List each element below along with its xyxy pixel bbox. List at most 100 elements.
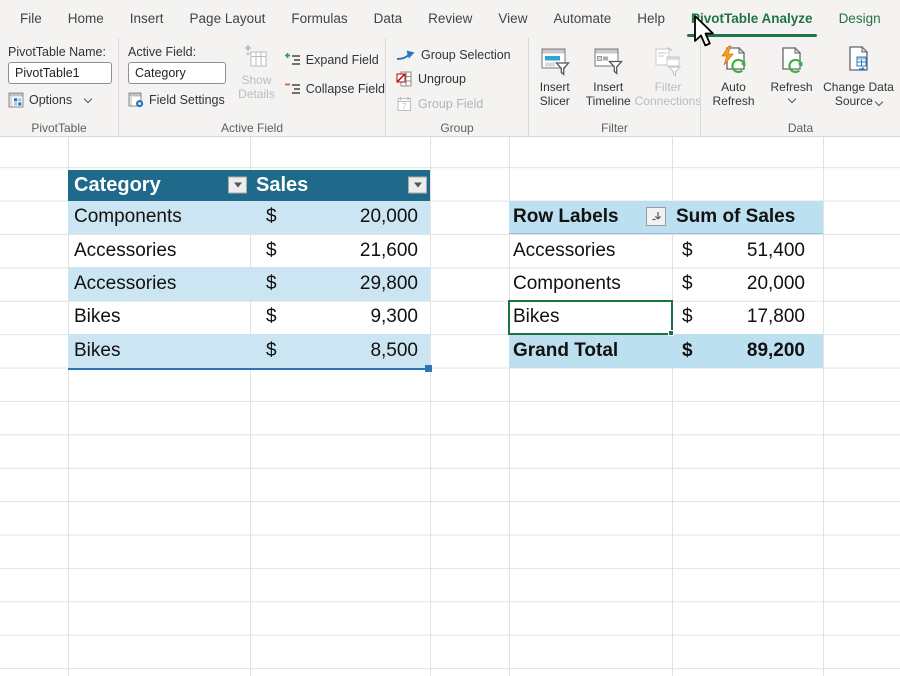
insert-slicer-icon [541,48,570,76]
pivot-dropdown-icon[interactable] [646,207,666,227]
pivot-label-cell-selected[interactable]: Components [509,267,672,300]
chevron-down-icon [787,94,796,103]
worksheet-grid[interactable]: Category Sales Components $20,000 Access… [0,137,900,676]
category-cell[interactable]: Bikes [68,334,250,367]
table-row: Components $20,000 [68,200,430,234]
change-data-source-line2-text: Source [834,93,873,108]
group-field-icon: 7 [397,97,411,111]
field-settings-button[interactable]: Field Settings [128,92,235,108]
svg-text:7: 7 [402,102,407,111]
tab-design[interactable]: Design [826,0,894,38]
tab-data[interactable]: Data [361,0,416,38]
group-field-button: 7 Group Field [396,96,528,112]
group-caption-filter: Filter [601,121,628,135]
show-details-line2: Details [238,86,275,101]
ribbon-group-group: Group Selection Ungroup 7 Group Field Gr… [385,38,528,137]
pivot-label-cell[interactable]: Bikes [509,301,672,334]
change-data-source-icon [848,45,868,72]
tab-page-layout[interactable]: Page Layout [177,0,279,38]
ungroup-button[interactable]: Ungroup [396,71,528,87]
sales-cell[interactable]: $9,300 [250,301,430,334]
group-selection-icon [396,50,415,60]
group-selection-button[interactable]: Group Selection [396,48,528,62]
currency-symbol: $ [682,306,693,328]
filter-connections-line1: Filter [654,80,682,94]
table-row: Bikes $9,300 [68,301,430,334]
pivot-header-row-labels[interactable]: Row Labels [509,201,672,233]
filter-dropdown-icon[interactable] [228,176,247,194]
tab-pivottable-analyze[interactable]: PivotTable Analyze [678,0,826,38]
tab-insert[interactable]: Insert [117,0,177,38]
tab-formulas[interactable]: Formulas [278,0,360,38]
collapse-field-button[interactable]: Collapse Field [284,81,385,97]
pivot-dropdown-arrow [652,212,661,221]
amount-value: 9,300 [370,306,418,328]
pivot-table: Row Labels Sum of Sales Accessories $51,… [508,200,823,368]
amount-value: 20,000 [746,273,805,295]
category-cell[interactable]: Bikes [68,301,250,334]
tab-help[interactable]: Help [624,0,678,38]
grand-total-label-cell[interactable]: Grand Total [509,334,672,367]
currency-symbol: $ [682,273,693,295]
amount-value: 17,800 [746,306,805,328]
category-cell[interactable]: Components [68,201,250,234]
amount-value: 21,600 [359,239,418,261]
expand-field-button[interactable]: Expand Field [284,52,385,68]
ribbon-group-data: Auto Refresh Refresh Change Data Source … [700,38,900,137]
insert-slicer-line1: Insert [539,80,570,94]
active-field-input[interactable] [128,62,226,84]
tab-home[interactable]: Home [55,0,117,38]
group-selection-label: Group Selection [421,48,511,62]
group-caption-pivottable: PivotTable [31,121,87,135]
ribbon-group-filter: Insert Slicer Insert Timeline Filter Con… [528,38,701,137]
sales-cell[interactable]: $8,500 [250,334,430,367]
header-cell-category[interactable]: Category [68,170,250,200]
category-cell[interactable]: Accessories [68,234,250,267]
currency-symbol: $ [266,206,277,228]
change-data-source-line2: Source [834,93,884,109]
table-row: Accessories $29,800 [68,267,430,301]
filter-arrow [233,182,242,188]
chevron-down-icon [83,94,93,103]
expand-field-icon [284,53,300,65]
filter-connections-icon [655,47,682,77]
filter-dropdown-icon[interactable] [408,176,427,194]
pivottable-name-label: PivotTable Name: [8,45,106,59]
table-row: Accessories $21,600 [68,234,430,267]
currency-symbol: $ [266,239,277,261]
insert-timeline-line1: Insert [593,80,624,94]
pivot-value-cell[interactable]: $20,000 [672,267,823,300]
tab-pivottable-analyze-label: PivotTable Analyze [691,11,813,26]
field-settings-icon [128,92,144,108]
header-sales-label: Sales [256,173,309,196]
amount-value: 29,800 [359,273,418,295]
tab-file[interactable]: File [7,0,55,38]
pivot-value-cell[interactable]: $17,800 [672,301,823,334]
pivot-grand-total-row: Grand Total $89,200 [509,334,823,368]
tab-view[interactable]: View [485,0,540,38]
pivot-header-sum-of-sales[interactable]: Sum of Sales [672,201,823,233]
header-category-label: Category [74,173,161,196]
currency-symbol: $ [266,306,277,328]
category-cell[interactable]: Accessories [68,267,250,300]
sales-cell[interactable]: $20,000 [250,201,430,234]
tab-automate[interactable]: Automate [540,0,624,38]
amount-value: 20,000 [359,206,418,228]
header-cell-sales[interactable]: Sales [250,170,430,200]
table-resize-handle[interactable] [425,364,432,372]
ungroup-icon [396,71,412,87]
grand-total-value-cell[interactable]: $89,200 [672,334,823,367]
group-caption-group: Group [440,121,474,135]
tab-review[interactable]: Review [415,0,485,38]
currency-symbol: $ [266,339,277,361]
group-caption-active-field: Active Field [220,121,284,135]
pivot-value-cell[interactable]: $51,400 [672,234,823,267]
pivottable-name-input[interactable] [8,62,112,84]
pivot-label-cell[interactable]: Accessories [509,234,672,267]
sales-cell[interactable]: $29,800 [250,267,430,300]
currency-symbol: $ [682,339,693,361]
ribbon: PivotTable Name: Options PivotTable Acti… [0,38,900,137]
active-tab-underline [687,34,817,37]
options-button[interactable]: Options [8,92,118,108]
sales-cell[interactable]: $21,600 [250,234,430,267]
